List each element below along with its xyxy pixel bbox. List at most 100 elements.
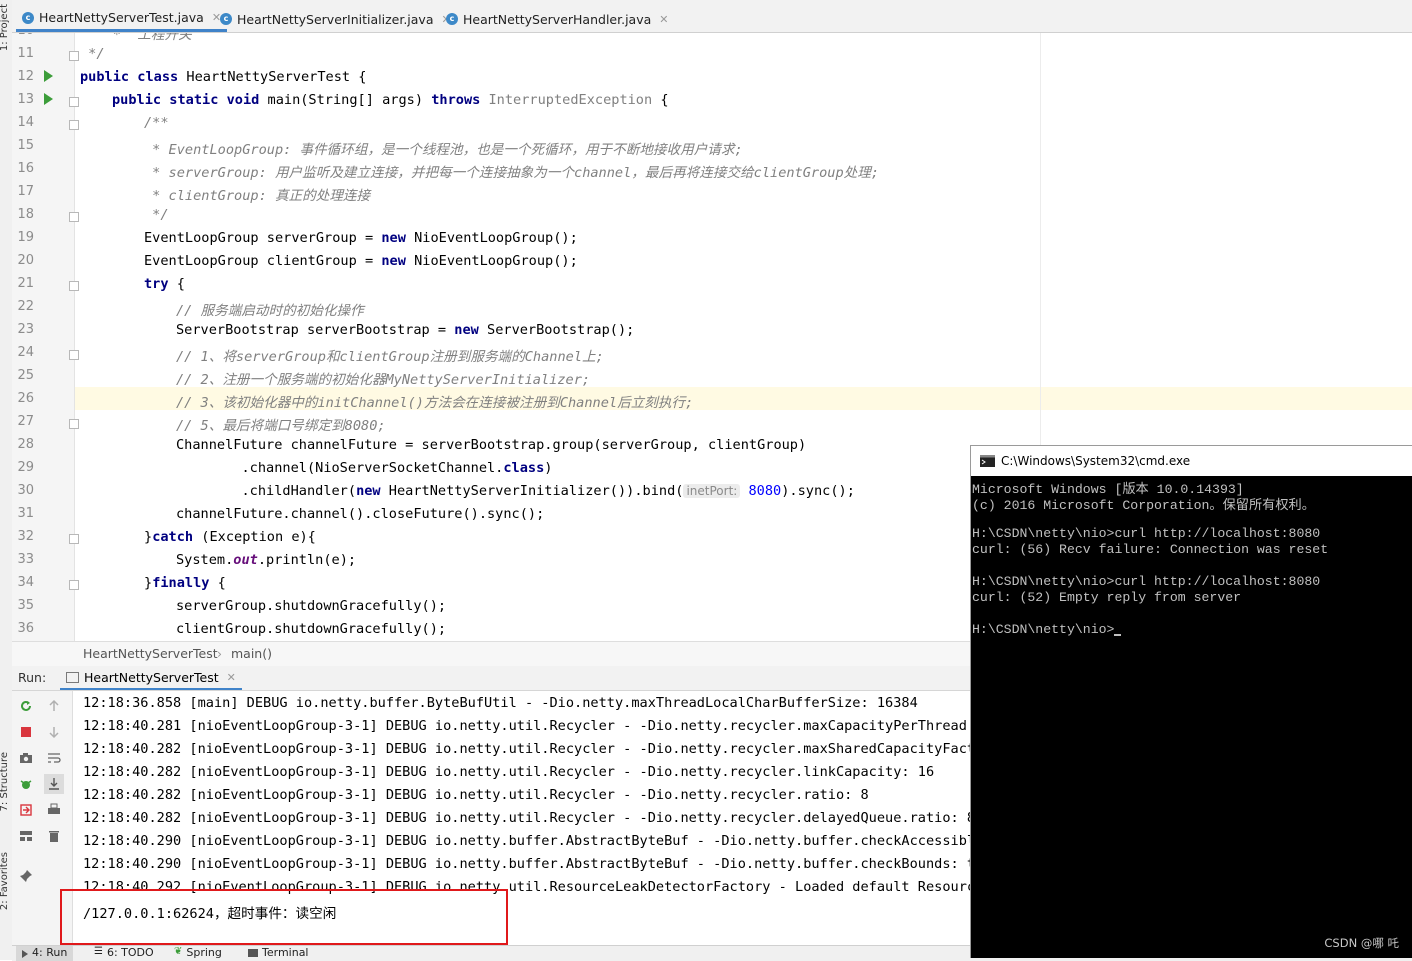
terminal-icon <box>248 949 258 957</box>
code-line: EventLoopGroup clientGroup = new NioEven… <box>144 253 578 269</box>
todo-tool-tab-label: 6: TODO <box>106 946 154 959</box>
line-number-gutter: 10 11 12 13 14 15 16 17 18 19 20 21 22 2… <box>12 33 79 641</box>
stop-icon[interactable] <box>19 725 33 739</box>
fold-marker-icon[interactable] <box>69 580 79 590</box>
code-line: channelFuture.channel().closeFuture().sy… <box>176 506 545 522</box>
cmd-prompt-line: H:\CSDN\netty\nio> <box>972 622 1122 637</box>
arrow-up-icon[interactable] <box>47 699 61 713</box>
line-number: 22 <box>17 299 34 314</box>
fold-marker-icon[interactable] <box>69 120 79 130</box>
code-line: clientGroup.shutdownGracefully(); <box>176 621 447 637</box>
play-icon <box>22 950 28 958</box>
tab-heartnettyservertest[interactable]: c HeartNettyServerTest.java ✕ <box>16 6 228 32</box>
line-number: 34 <box>17 575 34 590</box>
scroll-to-end-toggle[interactable] <box>44 774 64 794</box>
terminal-tool-tab[interactable]: Terminal <box>248 946 309 959</box>
line-number: 27 <box>17 414 34 429</box>
code-line: public class HeartNettyServerTest { <box>80 69 367 85</box>
console-line: 12:18:40.290 [nioEventLoopGroup-3-1] DEB… <box>83 833 970 849</box>
line-number: 19 <box>17 230 34 245</box>
fold-marker-icon[interactable] <box>69 212 79 222</box>
scroll-to-end-icon <box>49 778 59 790</box>
layout-icon[interactable] <box>19 829 33 843</box>
tab-heartnettyserverhandler[interactable]: c HeartNettyServerHandler.java ✕ <box>440 6 674 32</box>
line-number: 25 <box>17 368 34 383</box>
tab-heartnettyserverinitializer[interactable]: c HeartNettyServerInitializer.java ✕ <box>214 6 457 32</box>
camera-icon[interactable] <box>19 751 33 765</box>
fold-marker-icon[interactable] <box>69 419 79 429</box>
cmd-title: C:\Windows\System32\cmd.exe <box>1001 454 1191 468</box>
breadcrumb-method[interactable]: main() <box>231 646 272 661</box>
line-number: 29 <box>17 460 34 475</box>
fold-marker-icon[interactable] <box>69 51 79 61</box>
code-line: .channel(NioServerSocketChannel.class) <box>176 460 553 476</box>
cursor <box>1114 634 1122 636</box>
code-line: // 服务端启动时的初始化操作 <box>176 303 364 319</box>
print-icon[interactable] <box>47 803 61 817</box>
close-icon[interactable]: ✕ <box>227 671 236 684</box>
trash-icon[interactable] <box>47 829 61 843</box>
line-number: 31 <box>17 506 34 521</box>
tab-label: HeartNettyServerTest.java <box>39 10 204 25</box>
soft-wrap-icon[interactable] <box>47 751 61 765</box>
code-line: }finally { <box>144 575 226 591</box>
run-tool-tab[interactable]: 4: Run <box>16 946 74 961</box>
code-line: serverGroup.shutdownGracefully(); <box>176 598 447 614</box>
pin-icon[interactable] <box>19 869 33 883</box>
run-gutter-icon[interactable] <box>44 93 53 105</box>
debug-icon[interactable] <box>19 777 33 791</box>
code-line: * clientGroup: 真正的处理连接 <box>144 188 371 204</box>
code-line: }catch (Exception e){ <box>144 529 316 545</box>
code-line: * 工程开关 <box>80 33 192 43</box>
fold-marker-icon[interactable] <box>69 534 79 544</box>
arrow-down-icon[interactable] <box>47 725 61 739</box>
java-class-icon: c <box>22 11 34 24</box>
exit-icon[interactable] <box>19 803 33 817</box>
cmd-line: H:\CSDN\netty\nio>curl http://localhost:… <box>972 526 1321 541</box>
line-number: 32 <box>17 529 34 544</box>
console-line: 12:18:40.282 [nioEventLoopGroup-3-1] DEB… <box>83 764 935 780</box>
cmd-prompt: H:\CSDN\netty\nio> <box>972 622 1115 637</box>
spring-tool-tab-label: Spring <box>186 946 222 959</box>
breadcrumb-class[interactable]: HeartNettyServerTest <box>83 646 218 661</box>
code-line: * EventLoopGroup: 事件循环组，是一个线程池，也是一个死循环，用… <box>144 142 743 158</box>
line-number: 28 <box>17 437 34 452</box>
cmd-output[interactable]: Microsoft Windows [版本 10.0.14393] (c) 20… <box>971 477 1412 957</box>
line-number: 11 <box>17 46 34 61</box>
fold-marker-icon[interactable] <box>69 97 79 107</box>
line-number: 35 <box>17 598 34 613</box>
console-line: 12:18:36.858 [main] DEBUG io.netty.buffe… <box>83 695 918 711</box>
todo-tool-tab[interactable]: ☰ 6: TODO <box>94 946 154 959</box>
close-icon[interactable]: ✕ <box>659 13 668 26</box>
code-line: System.out.println(e); <box>176 552 357 568</box>
line-number: 20 <box>17 253 34 268</box>
console-line: 12:18:40.290 [nioEventLoopGroup-3-1] DEB… <box>83 856 970 872</box>
code-line: /** <box>144 115 169 131</box>
code-line: // 2、注册一个服务端的初始化器MyNettyServerInitialize… <box>176 372 591 388</box>
console-line: 12:18:40.282 [nioEventLoopGroup-3-1] DEB… <box>83 741 970 757</box>
cmd-line: curl: (56) Recv failure: Connection was … <box>972 542 1329 557</box>
cmd-line: H:\CSDN\netty\nio>curl http://localhost:… <box>972 574 1321 589</box>
rerun-icon[interactable] <box>19 699 33 713</box>
line-number: 26 <box>17 391 34 406</box>
breadcrumb-separator: › <box>217 646 222 661</box>
spring-tool-tab[interactable]: ❦ Spring <box>174 946 222 959</box>
fold-marker-icon[interactable] <box>69 281 79 291</box>
run-gutter-icon[interactable] <box>44 70 53 82</box>
spring-leaf-icon: ❦ <box>174 946 183 957</box>
console-line: 12:18:40.281 [nioEventLoopGroup-3-1] DEB… <box>83 718 970 734</box>
line-number: 23 <box>17 322 34 337</box>
run-tab-label: HeartNettyServerTest <box>84 669 219 685</box>
code-line: // 1、将serverGroup和clientGroup注册到服务端的Chan… <box>176 349 604 365</box>
cmd-window[interactable]: C:\Windows\System32\cmd.exe Microsoft Wi… <box>970 445 1412 958</box>
fold-marker-icon[interactable] <box>69 350 79 360</box>
code-line: ChannelFuture channelFuture = serverBoot… <box>176 437 807 453</box>
code-line: .childHandler(new HeartNettyServerInitia… <box>176 483 855 499</box>
console-line: 12:18:40.282 [nioEventLoopGroup-3-1] DEB… <box>83 787 869 803</box>
console-line: 12:18:40.282 [nioEventLoopGroup-3-1] DEB… <box>83 810 970 826</box>
watermark: CSDN @哪 吒 <box>1324 936 1399 950</box>
run-label: Run: <box>18 670 47 685</box>
run-tab[interactable]: HeartNettyServerTest ✕ <box>60 666 242 690</box>
cmd-title-bar[interactable]: C:\Windows\System32\cmd.exe <box>971 446 1412 476</box>
code-line: * serverGroup: 用户监听及建立连接，并把每一个连接抽象为一个cha… <box>144 165 880 181</box>
